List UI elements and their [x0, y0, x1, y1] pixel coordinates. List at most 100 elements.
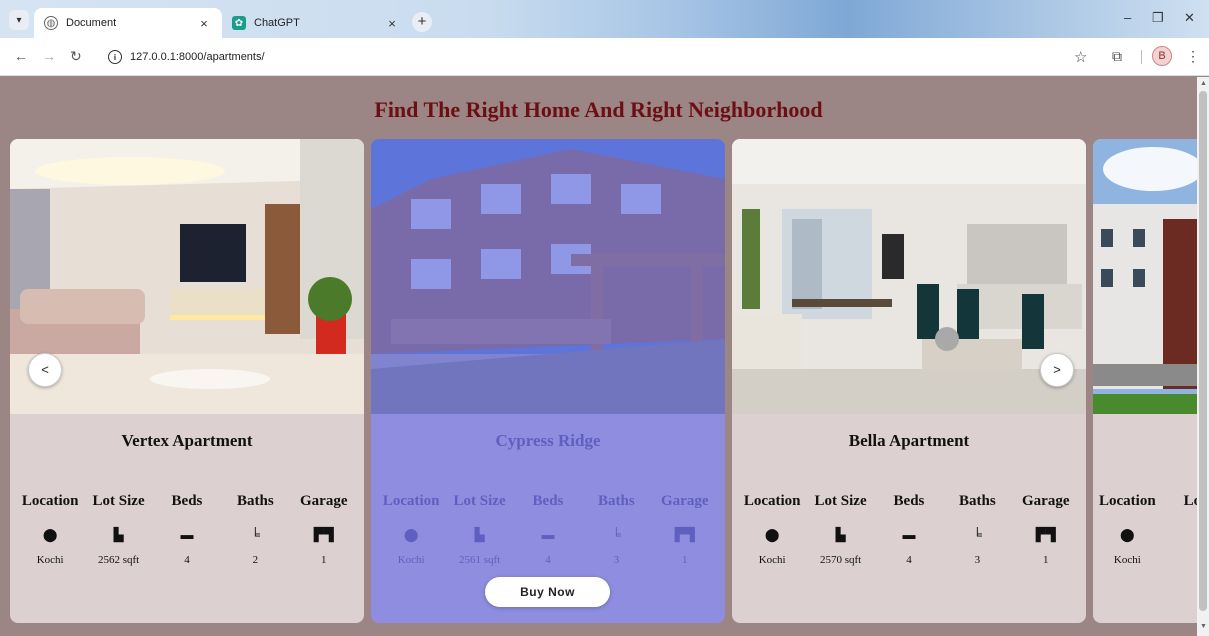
map-pin-icon: ⬤	[764, 527, 780, 542]
chatgpt-icon: ✿	[232, 16, 246, 30]
bath-icon: ╘	[250, 527, 260, 542]
beds-label: Beds	[532, 493, 564, 509]
map-pin-icon: ⬤	[1120, 527, 1135, 542]
location-value: Kochi	[1113, 554, 1141, 566]
lot-size-value: 2562 sqft	[97, 554, 140, 566]
page-title: Find The Right Home And Right Neighborho…	[374, 97, 823, 122]
location-value: Kochi	[397, 554, 425, 566]
garage-icon: ▛▜	[313, 527, 334, 542]
restore-icon[interactable]: ❐	[1152, 10, 1164, 26]
apartment-photo	[371, 139, 725, 414]
tab-chatgpt[interactable]: ✿ ChatGPT ×	[222, 8, 410, 38]
bed-icon: ▬	[902, 527, 916, 542]
hover-overlay	[371, 139, 725, 414]
apartment-details: Location ⬤ Kochi Lot Size ▙ 2562 sqft Beds ▬ 4…	[10, 493, 364, 566]
beds-value: 4	[184, 554, 190, 566]
page-scrollbar[interactable]: ▲ ▼	[1197, 77, 1209, 636]
apartments-page: Find The Right Home And Right Neighborho…	[0, 77, 1197, 636]
apartment-photo	[10, 139, 364, 414]
apartment-details: Location ⬤ Kochi Lot Size	[1093, 493, 1197, 566]
tab-close-icon[interactable]: ×	[384, 16, 400, 31]
map-pin-icon: ⬤	[403, 527, 419, 542]
reload-icon[interactable]: ↻	[70, 48, 82, 65]
more-menu-icon[interactable]: ⋮	[1186, 48, 1200, 65]
beds-value: 4	[545, 554, 551, 566]
lot-size-icon: ▙	[835, 527, 846, 542]
profile-avatar[interactable]: B	[1152, 46, 1172, 66]
apartment-name: Bella Apartment	[848, 431, 970, 450]
location-label: Location	[21, 493, 79, 509]
lot-size-value: 2570 sqft	[819, 554, 862, 566]
bed-icon: ▬	[541, 527, 555, 542]
baths-label: Baths	[959, 493, 996, 509]
toolbar-divider	[1141, 50, 1142, 64]
lot-size-value: 2561 sqft	[458, 554, 501, 566]
baths-value: 3	[613, 554, 620, 566]
apartment-details: Location ⬤ Kochi Lot Size ▙ 2570 sqft Beds ▬ 4…	[732, 493, 1086, 566]
apartment-card[interactable]: Bella Apartment Location ⬤ Kochi Lot Size ▙…	[732, 139, 1086, 623]
apartment-photo	[1093, 139, 1197, 414]
apartment-card[interactable]: Cypress Ridge Location ⬤ Kochi Lot Size ▙ 25…	[371, 139, 725, 623]
apartment-card[interactable]: Vertex Apartment Location ⬤ Kochi Lot Size…	[10, 139, 364, 623]
location-label: Location	[1099, 493, 1156, 509]
carousel-prev-button[interactable]: <	[28, 353, 62, 387]
address-bar-row: ← → ↻ i 127.0.0.1:8000/apartments/ ☆ ⧉ B…	[0, 38, 1209, 76]
map-pin-icon: ⬤	[42, 527, 58, 542]
bath-icon: ╘	[611, 527, 621, 542]
garage-value: 1	[321, 554, 327, 566]
apartment-details: Location ⬤ Kochi Lot Size ▙ 2561 sqft Beds ▬ 4…	[371, 493, 725, 566]
baths-value: 3	[974, 554, 981, 566]
carousel-next-button[interactable]: >	[1040, 353, 1074, 387]
baths-value: 2	[252, 554, 259, 566]
extensions-icon[interactable]: ⧉	[1112, 48, 1122, 65]
scrollbar-thumb[interactable]	[1199, 91, 1207, 611]
lot-size-icon: ▙	[474, 527, 485, 542]
apartment-name: Vertex Apartment	[121, 431, 253, 450]
url-field[interactable]: i 127.0.0.1:8000/apartments/	[100, 44, 1102, 70]
garage-icon: ▛▜	[674, 527, 695, 542]
back-arrow-icon[interactable]: ←	[14, 48, 28, 64]
tab-title: ChatGPT	[254, 17, 300, 29]
tab-search-chevron-icon[interactable]: ▾	[9, 10, 29, 30]
url-text: 127.0.0.1:8000/apartments/	[130, 51, 265, 63]
location-value: Kochi	[36, 554, 64, 566]
globe-icon: ◍	[44, 16, 58, 30]
garage-value: 1	[682, 554, 688, 566]
location-value: Kochi	[758, 554, 786, 566]
browser-tab-bar: ▾ ◍ Document × ✿ ChatGPT × + – ❐ ✕	[0, 0, 1209, 38]
location-label: Location	[743, 493, 801, 509]
bookmark-star-icon[interactable]: ☆	[1074, 48, 1087, 66]
garage-label: Garage	[1022, 493, 1070, 509]
bath-icon: ╘	[972, 527, 982, 542]
lot-size-label: Lot Size	[92, 493, 145, 509]
garage-value: 1	[1043, 554, 1049, 566]
new-tab-button[interactable]: +	[412, 12, 432, 32]
apartment-photo	[732, 139, 1086, 414]
beds-label: Beds	[893, 493, 925, 509]
apartment-card[interactable]: Location ⬤ Kochi Lot Size	[1093, 139, 1197, 623]
forward-arrow-icon[interactable]: →	[42, 48, 56, 64]
baths-label: Baths	[237, 493, 274, 509]
beds-value: 4	[906, 554, 912, 566]
scroll-up-icon[interactable]: ▲	[1200, 80, 1207, 87]
tab-document[interactable]: ◍ Document ×	[34, 8, 222, 38]
lot-size-label: Lot Size	[814, 493, 867, 509]
beds-label: Beds	[171, 493, 203, 509]
site-info-icon[interactable]: i	[108, 50, 122, 64]
garage-icon: ▛▜	[1035, 527, 1056, 542]
bed-icon: ▬	[180, 527, 194, 542]
tab-title: Document	[66, 17, 117, 29]
lot-size-icon: ▙	[113, 527, 124, 542]
window-close-icon[interactable]: ✕	[1184, 10, 1195, 26]
minimize-icon[interactable]: –	[1124, 10, 1131, 25]
garage-label: Garage	[661, 493, 709, 509]
garage-label: Garage	[300, 493, 348, 509]
lot-size-label: Lot Size	[1183, 493, 1197, 509]
lot-size-label: Lot Size	[453, 493, 506, 509]
tab-close-icon[interactable]: ×	[196, 16, 212, 31]
buy-now-button[interactable]: Buy Now	[485, 577, 610, 607]
scroll-down-icon[interactable]: ▼	[1200, 623, 1207, 630]
baths-label: Baths	[598, 493, 635, 509]
apartment-name: Cypress Ridge	[495, 431, 601, 450]
location-label: Location	[382, 493, 440, 509]
